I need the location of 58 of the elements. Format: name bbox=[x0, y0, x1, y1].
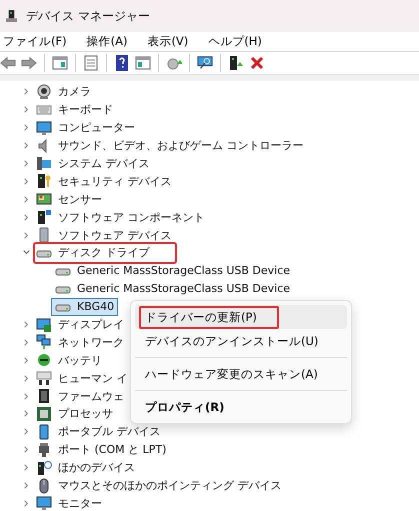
expand-icon[interactable] bbox=[22, 212, 31, 222]
processor-icon bbox=[36, 406, 52, 422]
forward-icon[interactable] bbox=[21, 55, 37, 71]
expand-icon[interactable] bbox=[22, 481, 31, 490]
puzzle-device-icon bbox=[36, 209, 52, 226]
keyboard-device-icon bbox=[36, 370, 52, 386]
expand-icon[interactable] bbox=[22, 123, 31, 132]
sensor-icon bbox=[36, 191, 52, 208]
help-icon[interactable] bbox=[114, 55, 130, 71]
expand-icon[interactable] bbox=[22, 176, 31, 186]
app-icon bbox=[6, 10, 17, 22]
expand-icon[interactable] bbox=[22, 427, 31, 436]
computer-icon bbox=[36, 156, 52, 172]
battery-icon bbox=[36, 352, 52, 368]
menu-item[interactable]: デバイスのアンインストール(U) bbox=[135, 329, 347, 353]
expand-icon[interactable] bbox=[22, 356, 31, 365]
menu-item[interactable]: ヘルプ(H) bbox=[204, 32, 266, 50]
expand-icon[interactable] bbox=[22, 392, 31, 401]
menu-item[interactable]: ドライバーの更新(P) bbox=[135, 305, 347, 329]
expand-icon[interactable] bbox=[22, 445, 31, 454]
expand-icon[interactable] bbox=[22, 159, 31, 168]
monitor-icon bbox=[36, 495, 52, 511]
device-key-icon bbox=[36, 173, 52, 190]
properties-icon[interactable] bbox=[83, 55, 99, 71]
expand-icon[interactable] bbox=[22, 374, 31, 383]
expand-icon[interactable] bbox=[22, 105, 31, 114]
expand-icon[interactable] bbox=[22, 87, 31, 96]
tree-item[interactable]: Generic MassStorageClass USB Device bbox=[51, 262, 294, 280]
panel-icon[interactable] bbox=[52, 55, 68, 71]
close-icon[interactable] bbox=[249, 55, 265, 71]
expand-icon[interactable] bbox=[22, 230, 31, 240]
expand-icon[interactable] bbox=[22, 141, 31, 150]
tree-item[interactable]: Generic MassStorageClass USB Device bbox=[51, 280, 294, 298]
panel-icon[interactable] bbox=[135, 55, 151, 71]
expand-icon[interactable] bbox=[22, 194, 31, 204]
monitor-search-icon[interactable] bbox=[197, 55, 213, 71]
monitor-icon bbox=[36, 120, 52, 136]
menu-item[interactable]: ファイル(F) bbox=[0, 32, 71, 50]
menu-item[interactable]: プロパティ(R) bbox=[135, 395, 347, 419]
menu-item[interactable]: 操作(A) bbox=[82, 32, 132, 50]
expand-icon[interactable] bbox=[22, 320, 31, 330]
menu-item[interactable]: 表示(V) bbox=[143, 32, 192, 50]
port-icon bbox=[36, 442, 52, 458]
device-update-icon[interactable] bbox=[228, 55, 244, 71]
expand-icon[interactable] bbox=[22, 498, 31, 508]
expand-icon[interactable] bbox=[22, 338, 31, 347]
expand-icon[interactable] bbox=[22, 409, 31, 418]
back-icon[interactable] bbox=[0, 55, 16, 71]
device-question-icon bbox=[36, 460, 52, 476]
menu-item[interactable]: ハードウェア変更のスキャン(A) bbox=[135, 362, 347, 386]
expand-icon[interactable] bbox=[22, 463, 31, 472]
camera-icon bbox=[36, 84, 52, 100]
tree-item[interactable]: ディスク ドライブ bbox=[33, 242, 176, 264]
tree-item[interactable]: KBG40 bbox=[51, 298, 118, 316]
display-adapter-icon bbox=[36, 316, 52, 333]
window-title: デバイス マネージャー bbox=[26, 8, 150, 24]
network-icon bbox=[36, 334, 52, 350]
chip-icon bbox=[36, 388, 52, 404]
